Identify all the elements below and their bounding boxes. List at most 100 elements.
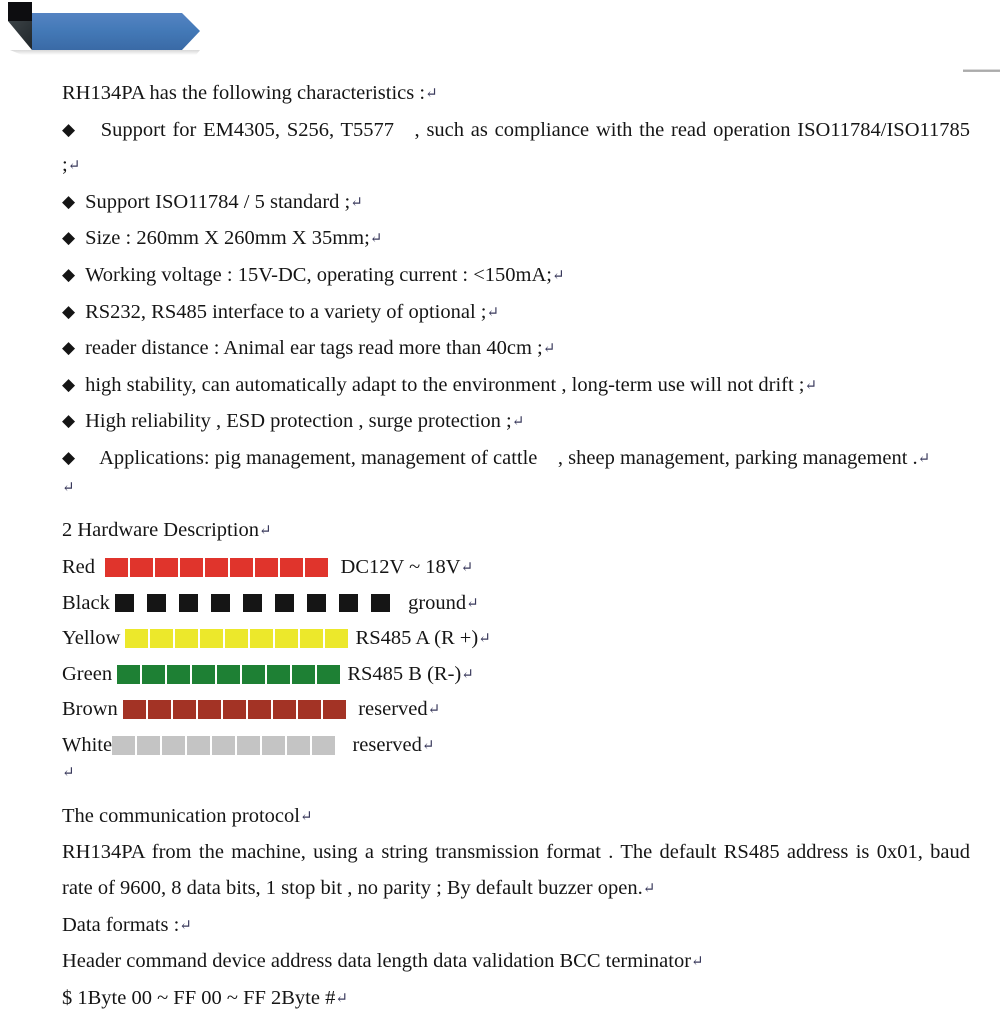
data-format-header-text: Header command device address data lengt… bbox=[62, 950, 692, 973]
colour-swatch bbox=[292, 664, 316, 684]
wire-colour-name: Green bbox=[62, 662, 118, 685]
colour-swatch bbox=[146, 594, 166, 613]
characteristic-bullet: ◆ high stability, can automatically adapt… bbox=[62, 368, 970, 405]
colour-swatch bbox=[172, 700, 196, 720]
colour-swatch bbox=[225, 629, 249, 649]
wire-colour-table: Red DC12V ~ 18V ↵ Black ground ↵ Yellow RS48… bbox=[62, 550, 970, 764]
pilcrow-icon: ↵ bbox=[917, 450, 931, 467]
bullet-text: Applications: pig management, management… bbox=[99, 446, 918, 469]
hardware-heading-text: 2 Hardware Description bbox=[62, 519, 259, 542]
pilcrow-icon: ↵ bbox=[62, 765, 75, 782]
pilcrow-icon: ↵ bbox=[350, 194, 363, 211]
pilcrow-icon: ↵ bbox=[299, 808, 313, 825]
diamond-bullet-icon: ◆ bbox=[62, 119, 77, 139]
wire-function-label: RS485 A (R +) bbox=[350, 627, 479, 650]
colour-swatch bbox=[262, 735, 286, 755]
colour-swatch bbox=[297, 700, 321, 720]
blank-line: ↵ bbox=[62, 763, 970, 799]
data-format-header-row: Header command device address data lengt… bbox=[62, 944, 970, 981]
colour-swatch bbox=[300, 629, 324, 649]
wire-row: Black ground ↵ bbox=[62, 585, 970, 621]
wire-function-label: ground bbox=[402, 591, 467, 614]
colour-swatch bbox=[338, 594, 358, 613]
colour-swatch bbox=[130, 558, 154, 578]
colour-swatch bbox=[267, 664, 291, 684]
colour-swatch bbox=[274, 594, 294, 613]
bullet-text: High reliability , ESD protection , surg… bbox=[85, 410, 512, 433]
colour-swatch bbox=[370, 594, 390, 613]
characteristics-list: ◆ Support for EM4305, S256, T5577 , such … bbox=[62, 113, 970, 478]
document-body: RH134PA has the following characteristic… bbox=[62, 76, 970, 1017]
colour-swatch bbox=[305, 558, 329, 578]
wire-colour-name: Red bbox=[62, 556, 106, 579]
colour-swatch bbox=[197, 700, 221, 720]
diamond-bullet-icon: ◆ bbox=[62, 338, 76, 358]
data-format-values-text: $ 1Byte 00 ~ FF 00 ~ FF 2Byte # bbox=[62, 986, 336, 1009]
wire-row: Green RS485 B (R-) ↵ bbox=[62, 657, 970, 693]
colour-swatch bbox=[137, 735, 161, 755]
protocol-body-text: RH134PA from the machine, using a string… bbox=[62, 841, 976, 900]
dark-triangle-accent bbox=[8, 21, 32, 50]
diamond-bullet-icon: ◆ bbox=[62, 411, 76, 431]
wire-function-label: reserved bbox=[337, 733, 422, 756]
colour-swatch bbox=[180, 558, 204, 578]
colour-swatch bbox=[210, 594, 230, 613]
pilcrow-icon: ↵ bbox=[466, 595, 479, 612]
wire-colour-name: White bbox=[62, 733, 113, 756]
characteristic-bullet: ◆ Support ISO11784 / 5 standard ;↵ bbox=[62, 185, 970, 222]
black-square-accent bbox=[8, 2, 32, 21]
wire-function-label: RS485 B (R-) bbox=[342, 662, 462, 685]
bullet-text: reader distance : Animal ear tags read m… bbox=[85, 337, 543, 360]
wire-row: Brown reserved ↵ bbox=[62, 692, 970, 728]
blank-line: ↵ bbox=[62, 478, 970, 514]
protocol-heading-text: The communication protocol bbox=[62, 804, 300, 827]
wire-row: Red DC12V ~ 18V ↵ bbox=[62, 550, 970, 586]
pilcrow-icon: ↵ bbox=[179, 917, 192, 934]
colour-swatch bbox=[175, 629, 199, 649]
colour-swatch bbox=[122, 700, 146, 720]
wire-row: Yellow RS485 A (R +) ↵ bbox=[62, 621, 970, 657]
intro-paragraph: RH134PA has the following characteristic… bbox=[62, 76, 970, 113]
wire-colour-swatches bbox=[114, 593, 403, 613]
colour-swatch bbox=[322, 700, 346, 720]
pilcrow-icon: ↵ bbox=[486, 304, 500, 321]
banner-graphic bbox=[0, 0, 230, 62]
wire-colour-name: Black bbox=[62, 591, 115, 614]
pilcrow-icon: ↵ bbox=[804, 377, 818, 394]
colour-swatch bbox=[306, 594, 326, 613]
colour-swatch bbox=[155, 558, 179, 578]
pilcrow-icon: ↵ bbox=[335, 990, 348, 1007]
colour-swatch bbox=[162, 735, 186, 755]
bullet-text: Size : 260mm X 260mm X 35mm; bbox=[85, 227, 370, 250]
bullet-text: Support ISO11784 / 5 standard ; bbox=[85, 190, 351, 213]
pilcrow-icon: ↵ bbox=[425, 86, 438, 102]
protocol-body: RH134PA from the machine, using a string… bbox=[62, 835, 970, 907]
characteristic-bullet: ◆ Size : 260mm X 260mm X 35mm;↵ bbox=[62, 221, 970, 258]
colour-swatch bbox=[147, 700, 171, 720]
colour-swatch bbox=[230, 558, 254, 578]
pilcrow-icon: ↵ bbox=[460, 560, 474, 577]
colour-swatch bbox=[280, 558, 304, 578]
pilcrow-icon: ↵ bbox=[542, 341, 556, 358]
colour-swatch bbox=[212, 735, 236, 755]
characteristic-bullet: ◆ reader distance : Animal ear tags read … bbox=[62, 331, 970, 368]
pilcrow-icon: ↵ bbox=[369, 231, 383, 248]
hardware-section-heading: 2 Hardware Description↵ bbox=[62, 513, 970, 550]
pilcrow-icon: ↵ bbox=[421, 737, 435, 754]
right-arrow-banner-icon bbox=[8, 2, 200, 55]
colour-swatch bbox=[112, 735, 136, 755]
colour-swatch bbox=[192, 664, 216, 684]
colour-swatch bbox=[242, 664, 266, 684]
colour-swatch bbox=[222, 700, 246, 720]
wire-colour-swatches bbox=[112, 735, 337, 755]
pilcrow-icon: ↵ bbox=[551, 267, 565, 284]
pilcrow-icon: ↵ bbox=[427, 702, 441, 719]
colour-swatch bbox=[117, 664, 141, 684]
colour-swatch bbox=[187, 735, 211, 755]
diamond-bullet-icon: ◆ bbox=[62, 447, 76, 467]
pilcrow-icon: ↵ bbox=[478, 631, 491, 648]
characteristic-bullet: ◆ RS232, RS485 interface to a variety of … bbox=[62, 295, 970, 332]
data-format-values-row: $ 1Byte 00 ~ FF 00 ~ FF 2Byte #↵ bbox=[62, 981, 970, 1017]
diamond-bullet-icon: ◆ bbox=[62, 374, 76, 394]
colour-swatch bbox=[150, 629, 174, 649]
